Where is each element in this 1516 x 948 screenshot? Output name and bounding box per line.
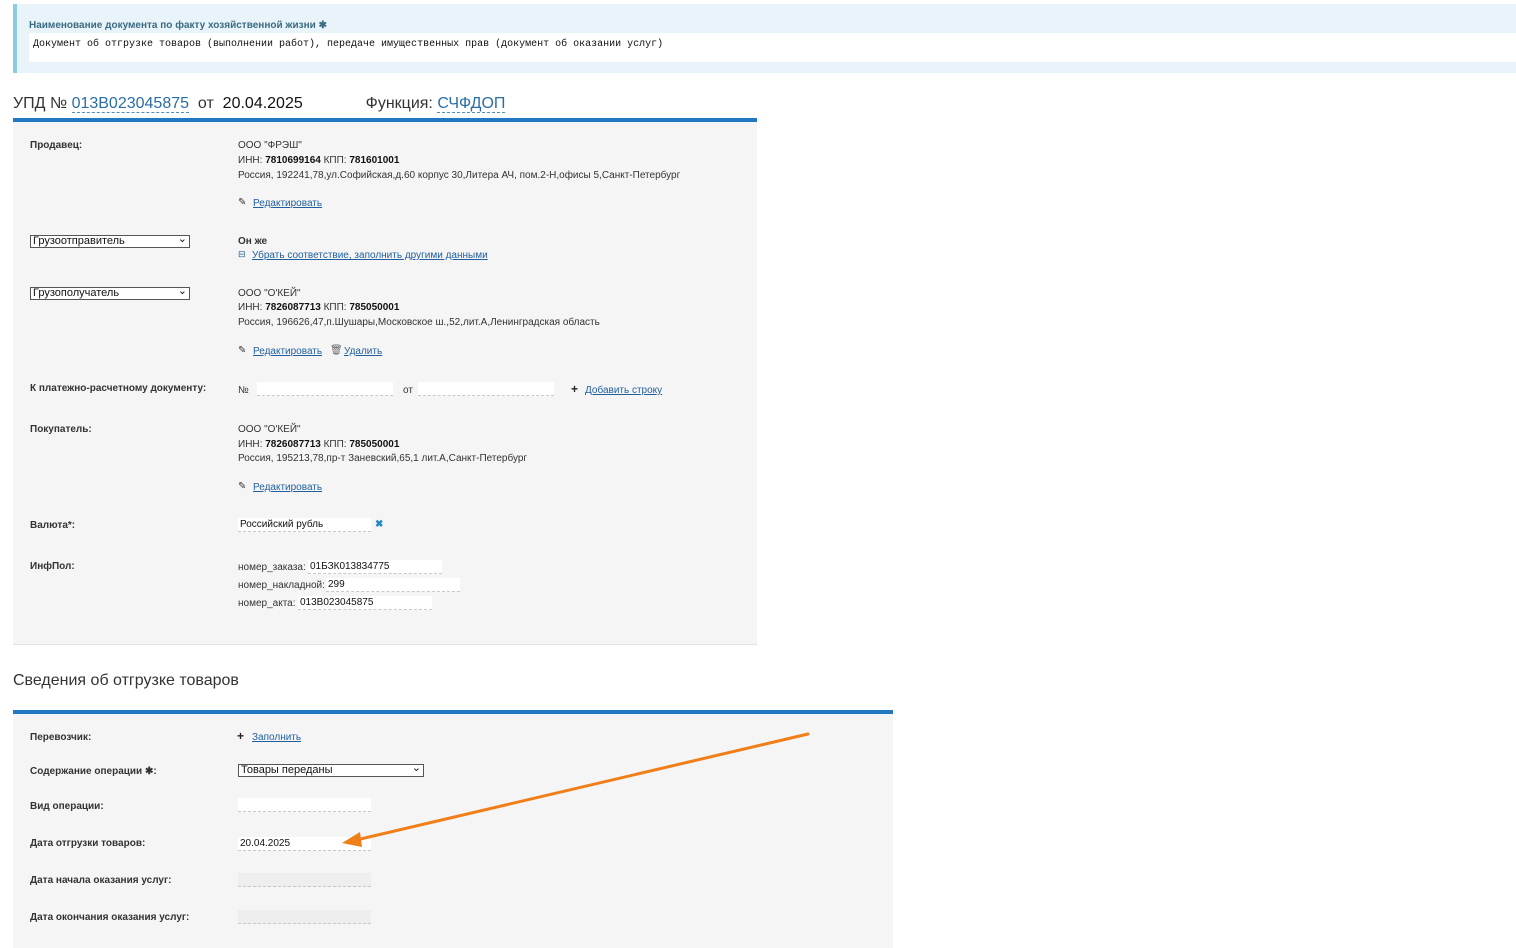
arrow-head-icon [342,832,362,847]
annotation-arrow [342,732,810,847]
arrow-shaft [350,732,810,843]
